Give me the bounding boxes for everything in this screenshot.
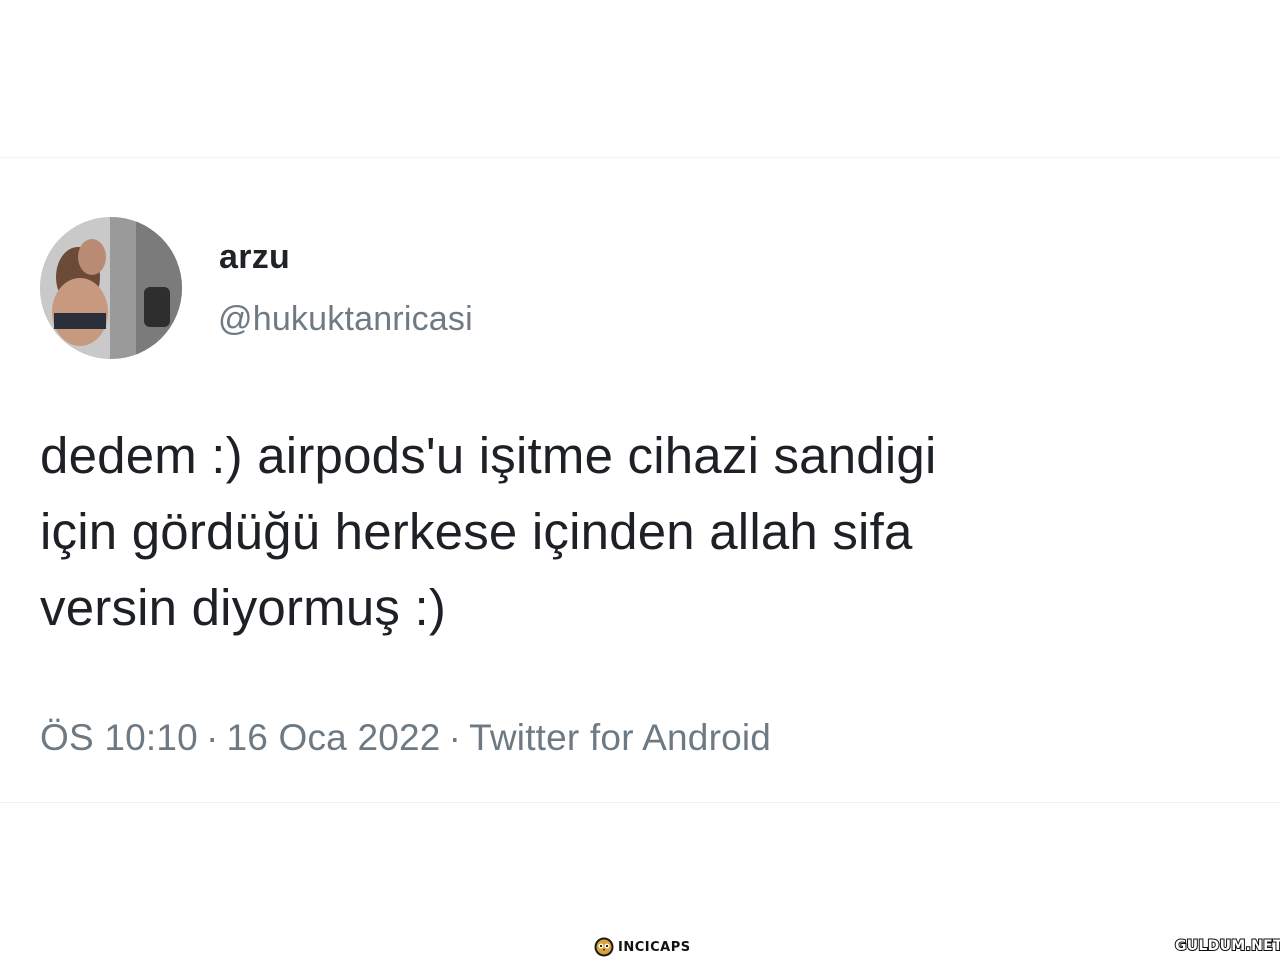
watermark-guldum: GULDUM.NET	[1174, 935, 1280, 957]
avatar-photo	[40, 217, 182, 359]
tweet-date[interactable]: 16 Oca 2022	[226, 717, 440, 758]
watermark-right-text: GULDUM.NET	[1174, 937, 1280, 955]
meta-separator: ·	[448, 717, 462, 758]
tweet-text-line: versin diyormuş :)	[40, 579, 447, 636]
avatar[interactable]	[40, 217, 182, 359]
meta-separator: ·	[205, 717, 219, 758]
tweet-text: dedem :) airpods'u işitme cihazi sandigi…	[40, 418, 1260, 646]
tweet-source[interactable]: Twitter for Android	[469, 717, 771, 758]
owl-icon	[594, 937, 614, 957]
tweet-meta: ÖS 10:10 · 16 Oca 2022 · Twitter for Android	[40, 717, 771, 759]
display-name[interactable]: arzu	[219, 238, 290, 277]
watermark-left-text: INCICAPS	[618, 939, 691, 955]
watermark-incicaps: INCICAPS	[594, 936, 691, 958]
tweet-text-line: dedem :) airpods'u işitme cihazi sandigi	[40, 427, 937, 484]
tweet-text-line: için gördüğü herkese içinden allah sifa	[40, 503, 913, 560]
user-handle[interactable]: @hukuktanricasi	[218, 300, 473, 339]
tweet-time[interactable]: ÖS 10:10	[40, 717, 198, 758]
